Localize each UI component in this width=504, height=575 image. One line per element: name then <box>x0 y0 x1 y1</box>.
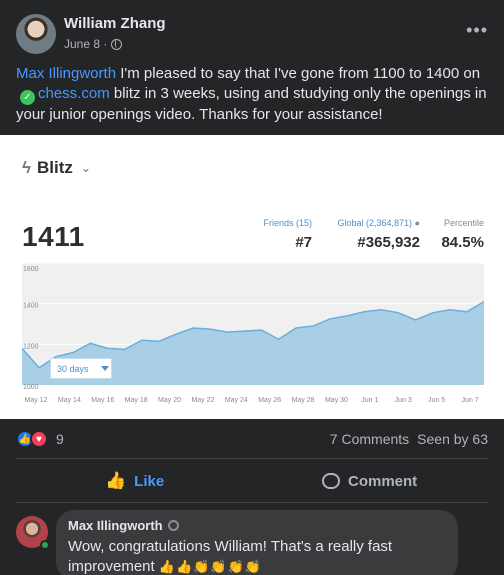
verified-check-icon: ✓ <box>20 90 35 105</box>
engagement-summary: 7 Comments Seen by 63 <box>330 431 488 447</box>
info-icon: ● <box>414 218 420 228</box>
mention-link[interactable]: Max Illingworth <box>16 65 116 82</box>
post-text: Max Illingworth I'm pleased to say that … <box>16 64 492 125</box>
badge-icon <box>167 520 179 531</box>
rating-value: 1411 <box>22 221 85 252</box>
comment-text: Wow, congratulations William! That's a r… <box>68 537 446 575</box>
comments-count-link[interactable]: 7 Comments <box>330 431 409 447</box>
global-value: #365,932 <box>357 234 420 251</box>
x-tick-label: May 18 <box>125 397 148 404</box>
mode-label: Blitz <box>37 158 73 177</box>
friends-label: Friends (15) <box>263 218 312 228</box>
percentile-value: 84.5% <box>441 234 484 251</box>
x-tick-label: May 14 <box>58 397 81 404</box>
y-tick-label: 1200 <box>23 343 39 350</box>
thumbs-up-icon: 👍 <box>105 471 127 490</box>
range-label: 30 days <box>57 363 89 374</box>
range-selector[interactable]: 30 days <box>50 358 112 379</box>
comment-label: Comment <box>348 472 418 490</box>
comment: Max Illingworth Wow, congratulations Wil… <box>0 510 504 575</box>
x-tick-label: May 26 <box>258 397 281 404</box>
x-tick-label: May 22 <box>191 397 214 404</box>
comment-bubble-icon <box>322 473 340 489</box>
x-tick-label: Jun 3 <box>395 397 412 404</box>
reactions[interactable]: 👍 ♥ 9 <box>16 430 64 448</box>
divider <box>16 502 488 503</box>
friends-stat: Friends (15) #7 <box>258 218 312 251</box>
y-tick-label: 1000 <box>23 384 39 391</box>
lightning-icon: ϟ <box>22 158 31 177</box>
x-tick-label: Jun 7 <box>461 397 478 404</box>
globe-icon <box>111 38 123 50</box>
percentile-label: Percentile <box>443 218 484 228</box>
seen-by-link[interactable]: Seen by 63 <box>417 431 488 447</box>
y-tick-label: 1600 <box>23 266 39 273</box>
post-text-part1: I'm pleased to say that I've gone from 1… <box>116 65 481 82</box>
comment-emojis: 👍👍👏👏👏👏 <box>158 559 262 574</box>
comment-bubble: Max Illingworth Wow, congratulations Wil… <box>56 510 458 575</box>
engagement-bar: 👍 ♥ 9 7 Comments Seen by 63 <box>0 420 504 458</box>
x-tick-label: May 20 <box>158 397 181 404</box>
divider <box>16 458 488 459</box>
facebook-post: William Zhang June 8 · ••• Max Illingwor… <box>0 0 504 575</box>
mode-selector: ϟ Blitz ⌄ <box>22 158 91 178</box>
comment-button[interactable]: Comment <box>322 461 417 501</box>
commenter-name[interactable]: Max Illingworth <box>68 518 163 533</box>
post-header: William Zhang June 8 · ••• <box>16 14 488 58</box>
x-tick-label: May 16 <box>91 397 114 404</box>
love-reaction-icon: ♥ <box>30 430 48 448</box>
like-button[interactable]: 👍 Like <box>105 461 164 501</box>
dropdown-arrow-icon <box>100 366 109 371</box>
reaction-count: 9 <box>56 431 64 447</box>
x-tick-label: Jun 5 <box>428 397 445 404</box>
x-tick-label: Jun 1 <box>361 397 378 404</box>
x-tick-label: May 24 <box>225 397 248 404</box>
post-actions: 👍 Like Comment <box>0 461 504 501</box>
x-tick-label: May 12 <box>25 397 48 404</box>
x-tick-label: May 30 <box>325 397 348 404</box>
rating-chart: 1600 1400 1200 1000 May 12 May 14 May 16 May 18… <box>22 263 484 404</box>
chess-link[interactable]: chess.com <box>38 85 110 102</box>
global-label-text: Global (2,364,871) <box>337 218 413 228</box>
global-label: Global (2,364,871) ● <box>320 218 420 228</box>
global-stat: Global (2,364,871) ● #365,932 <box>320 218 420 251</box>
percentile-stat: Percentile 84.5% <box>428 218 484 251</box>
y-tick-label: 1400 <box>23 303 39 310</box>
like-label: Like <box>134 472 165 490</box>
post-date[interactable]: June 8 · <box>64 37 107 51</box>
x-tick-label: May 28 <box>292 397 315 404</box>
author-name[interactable]: William Zhang <box>64 15 166 32</box>
post-meta: June 8 · <box>64 37 123 51</box>
friends-value: #7 <box>295 234 312 251</box>
author-avatar[interactable] <box>16 14 56 54</box>
more-options-button[interactable]: ••• <box>466 20 488 41</box>
commenter-name-row: Max Illingworth <box>68 518 446 533</box>
chevron-down-icon: ⌄ <box>80 161 91 175</box>
online-status-dot <box>40 540 50 550</box>
